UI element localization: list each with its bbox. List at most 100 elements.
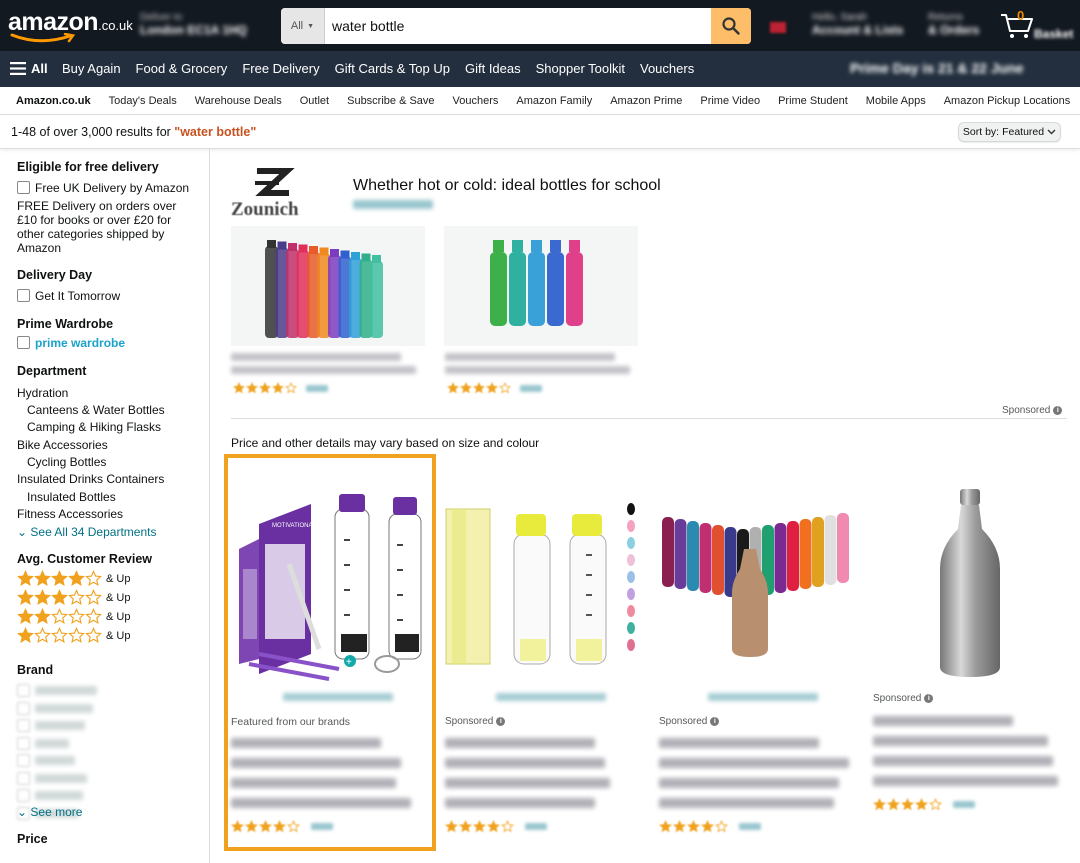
- sponsored-product-reviews-2[interactable]: [520, 385, 542, 392]
- brand-checkbox[interactable]: [17, 736, 30, 750]
- prime-wardrobe-link[interactable]: prime wardrobe: [35, 336, 125, 350]
- see-all-departments[interactable]: ⌄ See All 34 Departments: [17, 525, 156, 539]
- product-label-3[interactable]: Sponsored i: [659, 716, 720, 727]
- subnav-item-amazon-family[interactable]: Amazon Family: [516, 95, 592, 107]
- product-title-line[interactable]: [231, 798, 411, 808]
- product-title-line[interactable]: [873, 756, 1053, 766]
- brand-checkbox[interactable]: [17, 754, 30, 767]
- sponsored-product-reviews-1[interactable]: [306, 385, 328, 392]
- sponsored-brand-label[interactable]: Sponsored i: [1002, 405, 1063, 416]
- product-title-line[interactable]: [231, 778, 396, 788]
- product-image-2[interactable]: [444, 489, 644, 684]
- department-insulated-bottles[interactable]: Insulated Bottles: [27, 490, 116, 504]
- subnav-item-pickup-locations[interactable]: Amazon Pickup Locations: [944, 95, 1071, 107]
- all-menu-button[interactable]: All: [10, 61, 48, 76]
- nav-item-buy-again[interactable]: Buy Again: [62, 61, 121, 76]
- product-review-count[interactable]: [739, 823, 761, 830]
- product-image-3[interactable]: [656, 489, 856, 684]
- nav-item-gift-ideas[interactable]: Gift Ideas: [465, 61, 521, 76]
- nav-item-free-delivery[interactable]: Free Delivery: [242, 61, 319, 76]
- subnav-item-mobile-apps[interactable]: Mobile Apps: [866, 95, 926, 107]
- product-title-line[interactable]: [659, 778, 839, 788]
- review-filter-3-stars[interactable]: & Up: [17, 589, 130, 606]
- brand-label[interactable]: [35, 756, 75, 765]
- search-input[interactable]: [325, 8, 711, 44]
- brand-label[interactable]: [35, 721, 85, 730]
- brand-checkbox[interactable]: [17, 684, 30, 697]
- product-title-line[interactable]: [873, 776, 1058, 786]
- subnav-item-vouchers[interactable]: Vouchers: [453, 95, 499, 107]
- deliver-to[interactable]: Deliver to London EC1A 1HQ: [140, 12, 270, 42]
- prime-day-promo[interactable]: Prime Day is 21 & 22 June: [850, 60, 1024, 76]
- sponsored-product-title-2b[interactable]: [445, 366, 630, 374]
- sort-dropdown[interactable]: Sort by: Featured: [958, 122, 1061, 142]
- account-and-lists[interactable]: Hello, Sarah Account & Lists: [812, 12, 912, 42]
- product-title-line[interactable]: [231, 758, 401, 768]
- product-image-1[interactable]: MOTIVATIONAL +: [229, 489, 425, 684]
- free-uk-delivery-checkbox[interactable]: [17, 181, 30, 194]
- brand-label[interactable]: [35, 773, 87, 783]
- brand-label[interactable]: [35, 738, 69, 748]
- product-review-count[interactable]: [525, 823, 547, 830]
- product-title-line[interactable]: [659, 798, 834, 808]
- subnav-item-subscribe-save[interactable]: Subscribe & Save: [347, 95, 434, 107]
- subnav-item-amazon-prime[interactable]: Amazon Prime: [610, 95, 682, 107]
- product-image-4[interactable]: [876, 489, 1076, 684]
- department-bike-accessories[interactable]: Bike Accessories: [17, 438, 108, 452]
- get-it-tomorrow-checkbox[interactable]: [17, 289, 30, 302]
- brand-checkbox[interactable]: [17, 771, 30, 785]
- nav-item-vouchers[interactable]: Vouchers: [640, 61, 694, 76]
- product-title-line[interactable]: [445, 738, 595, 748]
- nav-item-shopper-toolkit[interactable]: Shopper Toolkit: [536, 61, 625, 76]
- nav-item-gift-cards[interactable]: Gift Cards & Top Up: [335, 61, 450, 76]
- product-title-line[interactable]: [445, 798, 595, 808]
- sponsored-product-title-1a[interactable]: [231, 353, 401, 361]
- brand-checkbox[interactable]: [17, 701, 30, 715]
- search-button[interactable]: [711, 8, 751, 44]
- department-canteens[interactable]: Canteens & Water Bottles: [27, 403, 165, 417]
- department-insulated-containers[interactable]: Insulated Drinks Containers: [17, 472, 164, 486]
- brand-checkbox[interactable]: [17, 789, 30, 802]
- free-uk-delivery-label[interactable]: Free UK Delivery by Amazon: [35, 181, 189, 195]
- product-title-line[interactable]: [445, 778, 610, 788]
- review-filter-1-stars[interactable]: & Up: [17, 627, 130, 644]
- sponsored-product-image-2[interactable]: [444, 226, 638, 346]
- language-flag-icon[interactable]: [770, 22, 786, 33]
- returns-and-orders[interactable]: Returns & Orders: [928, 12, 988, 42]
- product-label-2[interactable]: Sponsored i: [445, 716, 506, 727]
- cart-button[interactable]: 0 Basket: [1000, 8, 1078, 44]
- get-it-tomorrow-label[interactable]: Get It Tomorrow: [35, 289, 120, 303]
- review-filter-4-stars[interactable]: & Up: [17, 570, 130, 587]
- sponsored-product-title-1b[interactable]: [231, 366, 416, 374]
- product-title-line[interactable]: [873, 736, 1048, 746]
- sponsored-brand-headline[interactable]: Whether hot or cold: ideal bottles for s…: [353, 177, 661, 195]
- department-hydration[interactable]: Hydration: [17, 386, 68, 400]
- department-fitness[interactable]: Fitness Accessories: [17, 507, 123, 521]
- product-title-line[interactable]: [659, 758, 849, 768]
- review-filter-2-stars[interactable]: & Up: [17, 608, 130, 625]
- product-review-count[interactable]: [953, 801, 975, 808]
- subnav-item-outlet[interactable]: Outlet: [300, 95, 329, 107]
- brand-label[interactable]: [35, 791, 83, 800]
- product-title-line[interactable]: [445, 758, 605, 768]
- brand-checkbox[interactable]: [17, 719, 30, 732]
- search-category-dropdown[interactable]: All ▼: [281, 8, 325, 44]
- sponsored-product-image-1[interactable]: [231, 226, 425, 346]
- prime-wardrobe-checkbox[interactable]: [17, 336, 30, 349]
- brand-label[interactable]: [35, 686, 97, 695]
- product-label-4[interactable]: Sponsored i: [873, 693, 934, 704]
- product-variation-2[interactable]: [496, 693, 606, 701]
- subnav-item-todays-deals[interactable]: Today's Deals: [109, 95, 177, 107]
- subnav-item-prime-student[interactable]: Prime Student: [778, 95, 848, 107]
- see-more-brands[interactable]: ⌄ See more: [17, 805, 82, 819]
- department-cycling-bottles[interactable]: Cycling Bottles: [27, 455, 106, 469]
- product-title-line[interactable]: [231, 738, 381, 748]
- sponsored-product-title-2a[interactable]: [445, 353, 615, 361]
- nav-item-food-grocery[interactable]: Food & Grocery: [136, 61, 228, 76]
- shop-brand-link[interactable]: [353, 200, 433, 209]
- zounich-brand-logo[interactable]: Zounich: [231, 167, 323, 220]
- product-variation-1[interactable]: [283, 693, 393, 701]
- product-title-line[interactable]: [659, 738, 819, 748]
- amazon-logo[interactable]: amazon.co.uk: [8, 8, 133, 44]
- subnav-item-amazon-home[interactable]: Amazon.co.uk: [16, 95, 91, 107]
